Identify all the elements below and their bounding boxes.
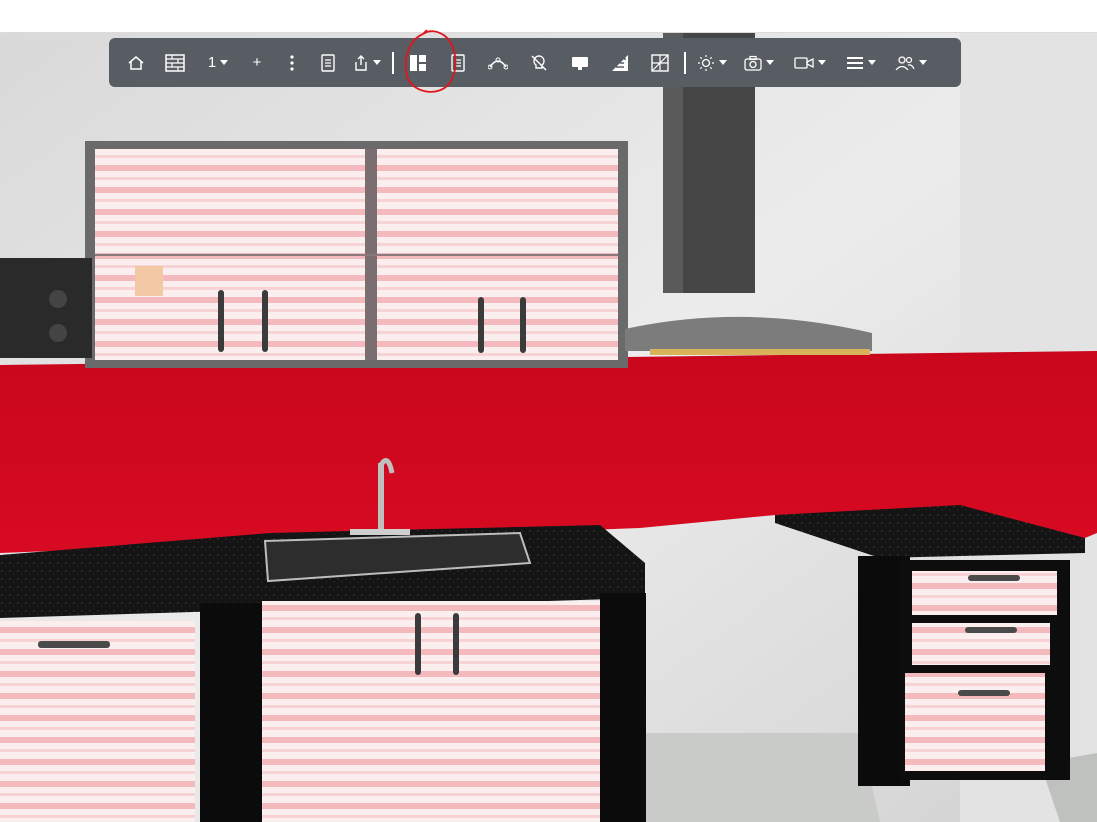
top-header-bar [0,0,1097,33]
main-toolbar: 1 + [109,38,961,87]
light-off-icon[interactable] [518,46,560,80]
add-level-button[interactable]: + [234,46,280,80]
kitchen-scene [0,33,1097,822]
chevron-down-icon [766,60,774,65]
camera-icon[interactable] [734,46,784,80]
annotation-circle [404,29,457,93]
users-icon[interactable] [886,46,936,80]
toolbar-divider [684,51,686,74]
grid-icon[interactable] [640,46,680,80]
path-icon[interactable] [478,46,518,80]
video-icon[interactable] [784,46,836,80]
wall-icon[interactable] [148,46,202,80]
document-icon[interactable] [304,46,352,80]
chevron-down-icon [220,60,229,65]
sun-icon[interactable] [690,46,734,80]
chevron-down-icon [919,60,927,65]
home-icon[interactable] [123,46,148,80]
display-icon[interactable] [560,46,600,80]
menu-icon[interactable] [836,46,886,80]
chevron-down-icon [373,60,381,65]
export-icon[interactable] [352,46,382,80]
stairs-icon[interactable] [600,46,640,80]
add-level-label: + [252,54,262,71]
chevron-down-icon [719,60,727,65]
3d-kitchen-viewport[interactable] [0,33,1097,822]
level-label: 1 [207,54,217,71]
more-options-icon[interactable] [280,46,304,80]
chevron-down-icon [818,60,826,65]
toolbar-divider [392,51,394,74]
chevron-down-icon [868,60,876,65]
level-select[interactable]: 1 [202,46,234,80]
